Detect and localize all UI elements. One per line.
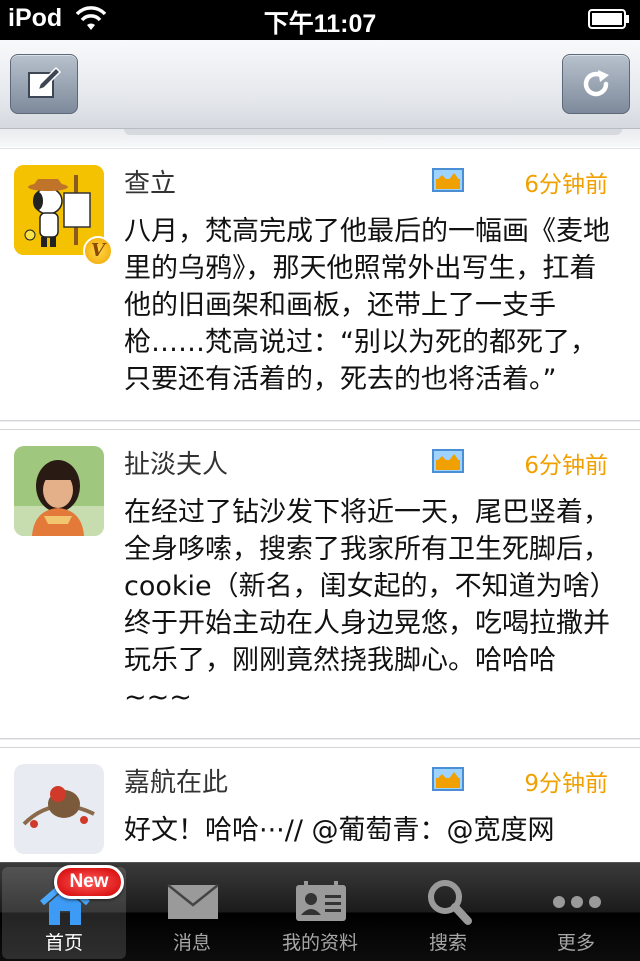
feed-item[interactable]: 扯淡夫人 6分钟前 在经过了钻沙发下将近一天，尾巴竖着，全身哆嗦，搜索了我家所有… [0,429,640,739]
pull-refresh-strip [0,129,640,147]
tab-label: 首页 [44,932,83,954]
envelope-icon [167,884,219,919]
search-icon [428,880,472,925]
compose-button[interactable] [10,54,78,114]
post-time: 9分钟前 [524,771,608,797]
more-icon [553,896,601,908]
refresh-button[interactable] [562,54,630,114]
refresh-icon [583,70,609,97]
image-attachment-icon [432,767,464,791]
feed-item[interactable]: V 查立 6分钟前 八月，梵高完成了他最后的一幅画《麦地里的乌鸦》，那天他照常外… [0,148,640,421]
author-name[interactable]: 嘉航在此 [124,762,228,799]
compose-icon [28,66,62,98]
tab-search[interactable]: 搜索 [386,867,510,959]
avatar[interactable] [14,446,104,536]
post-time: 6分钟前 [524,453,608,479]
verified-badge-icon: V [83,236,113,266]
tab-label: 搜索 [428,932,467,954]
tab-more[interactable]: 更多 [514,867,638,959]
status-time: 下午11:07 [263,10,377,38]
tab-home[interactable]: New 首页 [2,865,126,959]
image-attachment-icon [432,168,464,192]
tab-messages[interactable]: 消息 [130,867,254,959]
tab-bar: New 首页 消息 我的资料 搜索 更多 [0,862,640,961]
timeline-feed[interactable]: V 查立 6分钟前 八月，梵高完成了他最后的一幅画《麦地里的乌鸦》，那天他照常外… [0,148,640,862]
tab-label: 消息 [172,932,211,954]
new-badge: New [54,865,124,899]
tab-label: 我的资料 [281,932,358,954]
nav-bar [0,40,640,129]
status-bar: iPod 下午11:07 [0,0,640,40]
image-attachment-icon [432,449,464,473]
avatar[interactable] [14,764,104,854]
profile-card-icon [296,881,346,921]
avatar[interactable]: V [14,165,113,266]
author-name[interactable]: 查立 [124,163,176,200]
author-name[interactable]: 扯淡夫人 [124,444,228,481]
feed-item[interactable]: 嘉航在此 9分钟前 好文！哈哈···// @葡萄青：@宽度网 [0,747,640,862]
tab-label: 更多 [556,932,595,954]
post-time: 6分钟前 [524,172,608,198]
tab-profile[interactable]: 我的资料 [258,867,382,959]
battery-icon [588,9,629,29]
